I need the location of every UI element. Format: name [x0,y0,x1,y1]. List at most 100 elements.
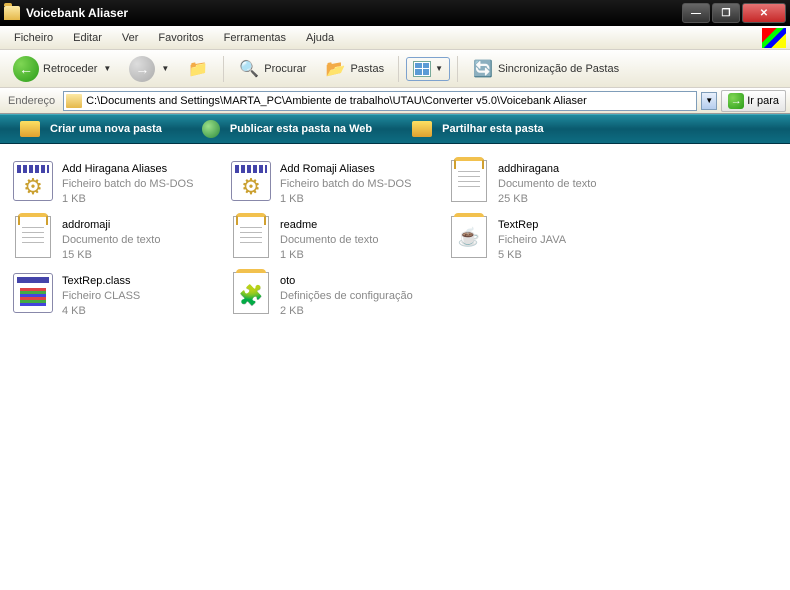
menu-favorites[interactable]: Favoritos [148,29,213,47]
file-type: Documento de texto [498,177,596,192]
file-item[interactable]: readme Documento de texto 1 KB [228,214,446,270]
addressbar: Endereço C:\Documents and Settings\MARTA… [0,88,790,114]
file-type: Documento de texto [280,233,378,248]
file-meta: oto Definições de configuração 2 KB [280,272,413,319]
titlebar: Voicebank Aliaser — ❐ ✕ [0,0,790,26]
file-meta: TextRep.class Ficheiro CLASS 4 KB [62,272,140,319]
java-file-icon [448,216,490,258]
file-size: 1 KB [280,192,411,207]
file-type: Ficheiro CLASS [62,289,140,304]
file-item[interactable]: Add Romaji Aliases Ficheiro batch do MS-… [228,158,446,214]
sync-icon: 🔄 [472,58,494,80]
file-meta: addromaji Documento de texto 15 KB [62,216,160,263]
text-file-icon [12,216,54,258]
file-name: addromaji [62,218,160,233]
task-label: Publicar esta pasta na Web [230,123,372,135]
task-label: Partilhar esta pasta [442,123,544,135]
file-name: TextRep.class [62,274,140,289]
text-file-icon [448,160,490,202]
file-meta: TextRep Ficheiro JAVA 5 KB [498,216,566,263]
go-button[interactable]: → Ir para [721,90,786,112]
file-name: readme [280,218,378,233]
task-new-folder[interactable]: Criar uma nova pasta [20,121,162,137]
address-dropdown[interactable]: ▼ [701,92,717,110]
menubar: Ficheiro Editar Ver Favoritos Ferramenta… [0,26,790,50]
back-button[interactable]: ← Retroceder ▼ [6,53,118,85]
folder-icon [4,6,20,20]
chevron-down-icon: ▼ [435,64,443,73]
file-type: Ficheiro batch do MS-DOS [62,177,193,192]
file-meta: Add Romaji Aliases Ficheiro batch do MS-… [280,160,411,207]
file-size: 1 KB [280,248,378,263]
separator [398,56,399,82]
views-icon [413,61,431,77]
menu-view[interactable]: Ver [112,29,149,47]
file-item[interactable]: TextRep Ficheiro JAVA 5 KB [446,214,664,270]
file-item[interactable]: Add Hiragana Aliases Ficheiro batch do M… [10,158,228,214]
windows-flag-icon[interactable] [762,28,786,48]
file-meta: addhiragana Documento de texto 25 KB [498,160,596,207]
separator [223,56,224,82]
menu-tools[interactable]: Ferramentas [214,29,296,47]
chevron-down-icon: ▼ [161,64,169,73]
sync-label: Sincronização de Pastas [498,63,619,75]
search-icon: 🔍 [238,58,260,80]
file-size: 2 KB [280,304,413,319]
file-item[interactable]: oto Definições de configuração 2 KB [228,270,446,326]
task-publish[interactable]: Publicar esta pasta na Web [202,120,372,138]
menu-help[interactable]: Ajuda [296,29,344,47]
forward-arrow-icon: → [129,56,155,82]
address-field[interactable]: C:\Documents and Settings\MARTA_PC\Ambie… [63,91,697,111]
batch-file-icon [12,160,54,202]
menu-edit[interactable]: Editar [63,29,112,47]
menu-file[interactable]: Ficheiro [4,29,63,47]
file-type: Ficheiro JAVA [498,233,566,248]
task-share[interactable]: Partilhar esta pasta [412,121,544,137]
go-label: Ir para [747,95,779,107]
folders-icon: 📂 [324,58,346,80]
search-button[interactable]: 🔍 Procurar [231,55,313,83]
file-name: Add Romaji Aliases [280,162,411,177]
window-title: Voicebank Aliaser [26,6,682,20]
file-item[interactable]: addhiragana Documento de texto 25 KB [446,158,664,214]
back-arrow-icon: ← [13,56,39,82]
file-name: oto [280,274,413,289]
folders-button[interactable]: 📂 Pastas [317,55,391,83]
share-folder-icon [412,121,432,137]
address-path: C:\Documents and Settings\MARTA_PC\Ambie… [86,95,694,107]
toolbar: ← Retroceder ▼ → ▼ 📁 🔍 Procurar 📂 Pastas… [0,50,790,88]
forward-button[interactable]: → ▼ [122,53,176,85]
new-folder-icon [20,121,40,137]
file-type: Definições de configuração [280,289,413,304]
minimize-button[interactable]: — [682,3,710,23]
task-label: Criar uma nova pasta [50,123,162,135]
file-item[interactable]: TextRep.class Ficheiro CLASS 4 KB [10,270,228,326]
file-item[interactable]: addromaji Documento de texto 15 KB [10,214,228,270]
chevron-down-icon: ▼ [103,64,111,73]
close-button[interactable]: ✕ [742,3,786,23]
file-meta: Add Hiragana Aliases Ficheiro batch do M… [62,160,193,207]
address-label: Endereço [4,95,59,107]
folder-icon [66,94,82,108]
window-controls: — ❐ ✕ [682,3,786,23]
sync-button[interactable]: 🔄 Sincronização de Pastas [465,55,626,83]
up-button[interactable]: 📁 [180,55,216,83]
file-type: Documento de texto [62,233,160,248]
maximize-button[interactable]: ❐ [712,3,740,23]
class-file-icon [12,272,54,314]
folders-label: Pastas [350,63,384,75]
file-size: 5 KB [498,248,566,263]
batch-file-icon [230,160,272,202]
globe-icon [202,120,220,138]
file-type: Ficheiro batch do MS-DOS [280,177,411,192]
views-button[interactable]: ▼ [406,57,450,81]
file-size: 1 KB [62,192,193,207]
file-list: Add Hiragana Aliases Ficheiro batch do M… [0,144,790,340]
search-label: Procurar [264,63,306,75]
tasks-bar: Criar uma nova pasta Publicar esta pasta… [0,114,790,144]
back-label: Retroceder [43,63,97,75]
text-file-icon [230,216,272,258]
file-size: 4 KB [62,304,140,319]
file-size: 25 KB [498,192,596,207]
config-file-icon [230,272,272,314]
